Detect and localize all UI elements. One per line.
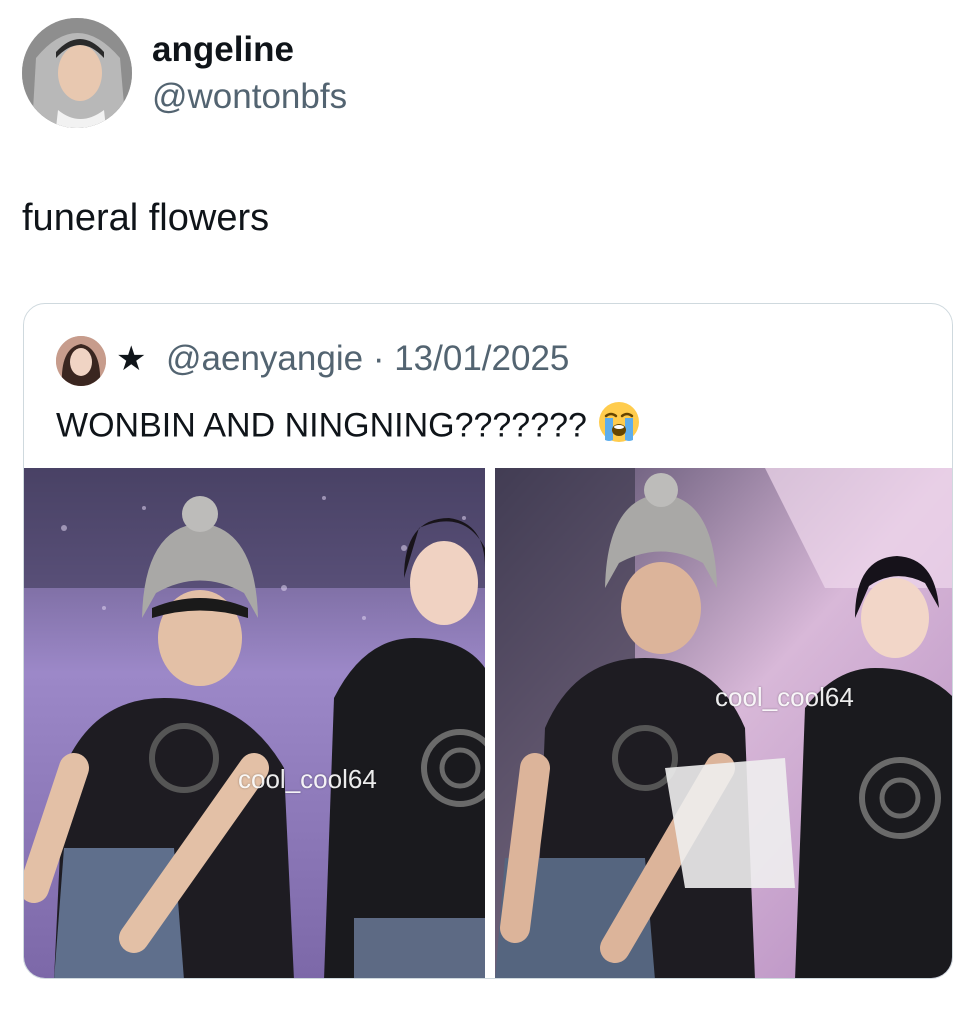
tweet-text: funeral flowers	[22, 197, 270, 239]
author-avatar[interactable]	[22, 18, 132, 128]
quoted-author-handle[interactable]: @aenyangie	[166, 339, 363, 378]
author-handle[interactable]: @wontonbfs	[152, 77, 347, 117]
watermark-right: cool_cool64	[715, 682, 854, 712]
quoted-tweet-text-row: WONBIN AND NINGNING???????	[56, 400, 641, 455]
quoted-tweet-meta: @aenyangie · 13/01/2025	[166, 337, 569, 381]
quoted-tweet-card[interactable]: ★ @aenyangie · 13/01/2025 WONBIN AND NIN…	[23, 303, 953, 979]
photo-right[interactable]: cool_cool64	[495, 468, 952, 978]
loudly-crying-face-icon	[597, 400, 641, 455]
watermark-left: cool_cool64	[238, 764, 377, 794]
star-icon: ★	[116, 340, 147, 378]
quoted-tweet-date[interactable]: 13/01/2025	[394, 339, 569, 378]
photo-left[interactable]: cool_cool64	[24, 468, 485, 978]
author-display-name[interactable]: angeline	[152, 30, 294, 70]
meta-separator: ·	[372, 339, 385, 378]
quoted-tweet-text: WONBIN AND NINGNING???????	[56, 406, 587, 445]
quoted-author-avatar[interactable]	[56, 336, 106, 386]
